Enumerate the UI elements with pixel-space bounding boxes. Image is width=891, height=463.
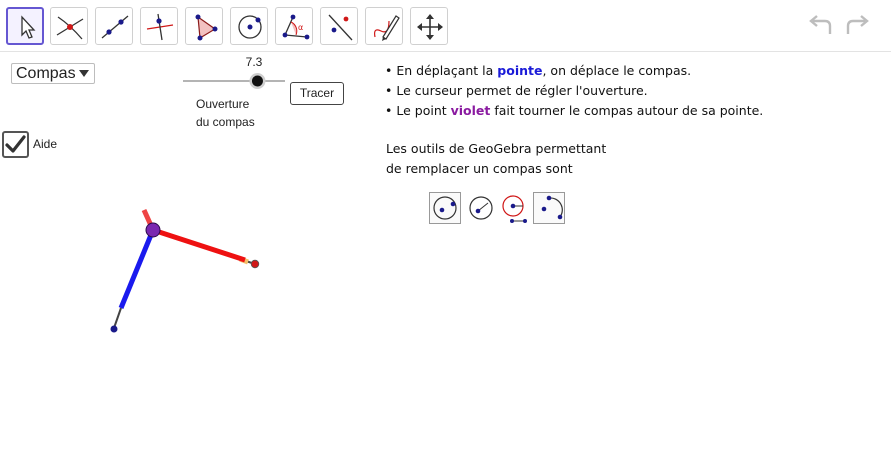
- tool-dropdown[interactable]: Compas: [11, 63, 95, 84]
- help-line1-after: , on déplace le compas.: [542, 63, 692, 78]
- help-bullet-1: • En déplaçant la pointe, on déplace le …: [385, 63, 692, 78]
- polygon-tool-icon: [195, 14, 218, 41]
- dropdown-value: Compas: [16, 65, 76, 82]
- slider-caption: Ouverture du compas: [196, 95, 255, 131]
- reflect-tool-button[interactable]: [320, 7, 358, 45]
- compass-point-tip[interactable]: [110, 325, 118, 333]
- slider-value: 7.3: [245, 55, 263, 69]
- help-line3-highlight: violet: [450, 103, 491, 118]
- intersect-tool-icon: [56, 16, 84, 40]
- help-checkbox-label: Aide: [33, 137, 58, 151]
- line-tool-button[interactable]: [95, 7, 133, 45]
- circle-tool-button[interactable]: [230, 7, 268, 45]
- help-checkbox[interactable]: [2, 131, 29, 158]
- pencil-point[interactable]: [250, 259, 260, 269]
- perpendicular-tool-button[interactable]: [140, 7, 178, 45]
- pivot-point-violet[interactable]: [145, 222, 161, 238]
- svg-text:α: α: [298, 23, 303, 32]
- compass-needle: [113, 307, 122, 329]
- move-tool-icon: [21, 15, 36, 39]
- compass-blue-leg[interactable]: [118, 229, 156, 309]
- angle-tool-button[interactable]: α: [275, 7, 313, 45]
- slider-knob[interactable]: [251, 75, 263, 87]
- undo-icon[interactable]: [806, 14, 836, 38]
- redo-icon[interactable]: [842, 14, 872, 38]
- move-graphics-view-icon: [417, 14, 443, 40]
- pen-tool-icon: [374, 15, 400, 41]
- circle-center-radius-icon: [465, 192, 497, 224]
- compass-red-leg[interactable]: [152, 227, 246, 263]
- help-line1-highlight: pointe: [497, 63, 543, 78]
- help-text: • En déplaçant la pointe, on déplace le …: [385, 61, 763, 121]
- polygon-tool-button[interactable]: [185, 7, 223, 45]
- help-bullet-2: • Le curseur permet de régler l'ouvertur…: [385, 83, 648, 98]
- move-tool-button[interactable]: [6, 7, 44, 45]
- slider-caption-line1: Ouverture: [196, 97, 250, 111]
- tools-paragraph-line2: de remplacer un compas sont: [386, 161, 573, 176]
- line-tool-icon: [101, 15, 129, 39]
- toolbar: α: [0, 0, 891, 52]
- help-line2: Le curseur permet de régler l'ouverture.: [396, 83, 648, 98]
- circle-tool-icon: [238, 15, 262, 39]
- help-bullet-3: • Le point violet fait tourner le compas…: [385, 103, 764, 118]
- checkmark-icon: [5, 135, 26, 153]
- help-line3-before: Le point: [396, 103, 451, 118]
- help-line3-after: fait tourner le compas autour de sa poin…: [490, 103, 764, 118]
- pen-tool-button[interactable]: [365, 7, 403, 45]
- perpendicular-tool-icon: [146, 13, 174, 41]
- angle-tool-icon: α: [282, 14, 310, 40]
- reflect-tool-icon: [328, 14, 353, 41]
- tools-paragraph-line1: Les outils de GeoGebra permettant: [386, 141, 607, 156]
- tools-paragraph: Les outils de GeoGebra permettant de rem…: [386, 139, 606, 179]
- intersect-tool-button[interactable]: [50, 7, 88, 45]
- circular-arc-icon: [533, 192, 565, 224]
- chevron-down-icon: [79, 70, 89, 77]
- help-line1-before: En déplaçant la: [396, 63, 498, 78]
- slider-caption-line2: du compas: [196, 115, 255, 129]
- circle-center-point-icon: [429, 192, 461, 224]
- compass-circle-icon: [499, 192, 531, 224]
- trace-button[interactable]: Tracer: [290, 82, 344, 105]
- move-graphics-view-button[interactable]: [410, 7, 448, 45]
